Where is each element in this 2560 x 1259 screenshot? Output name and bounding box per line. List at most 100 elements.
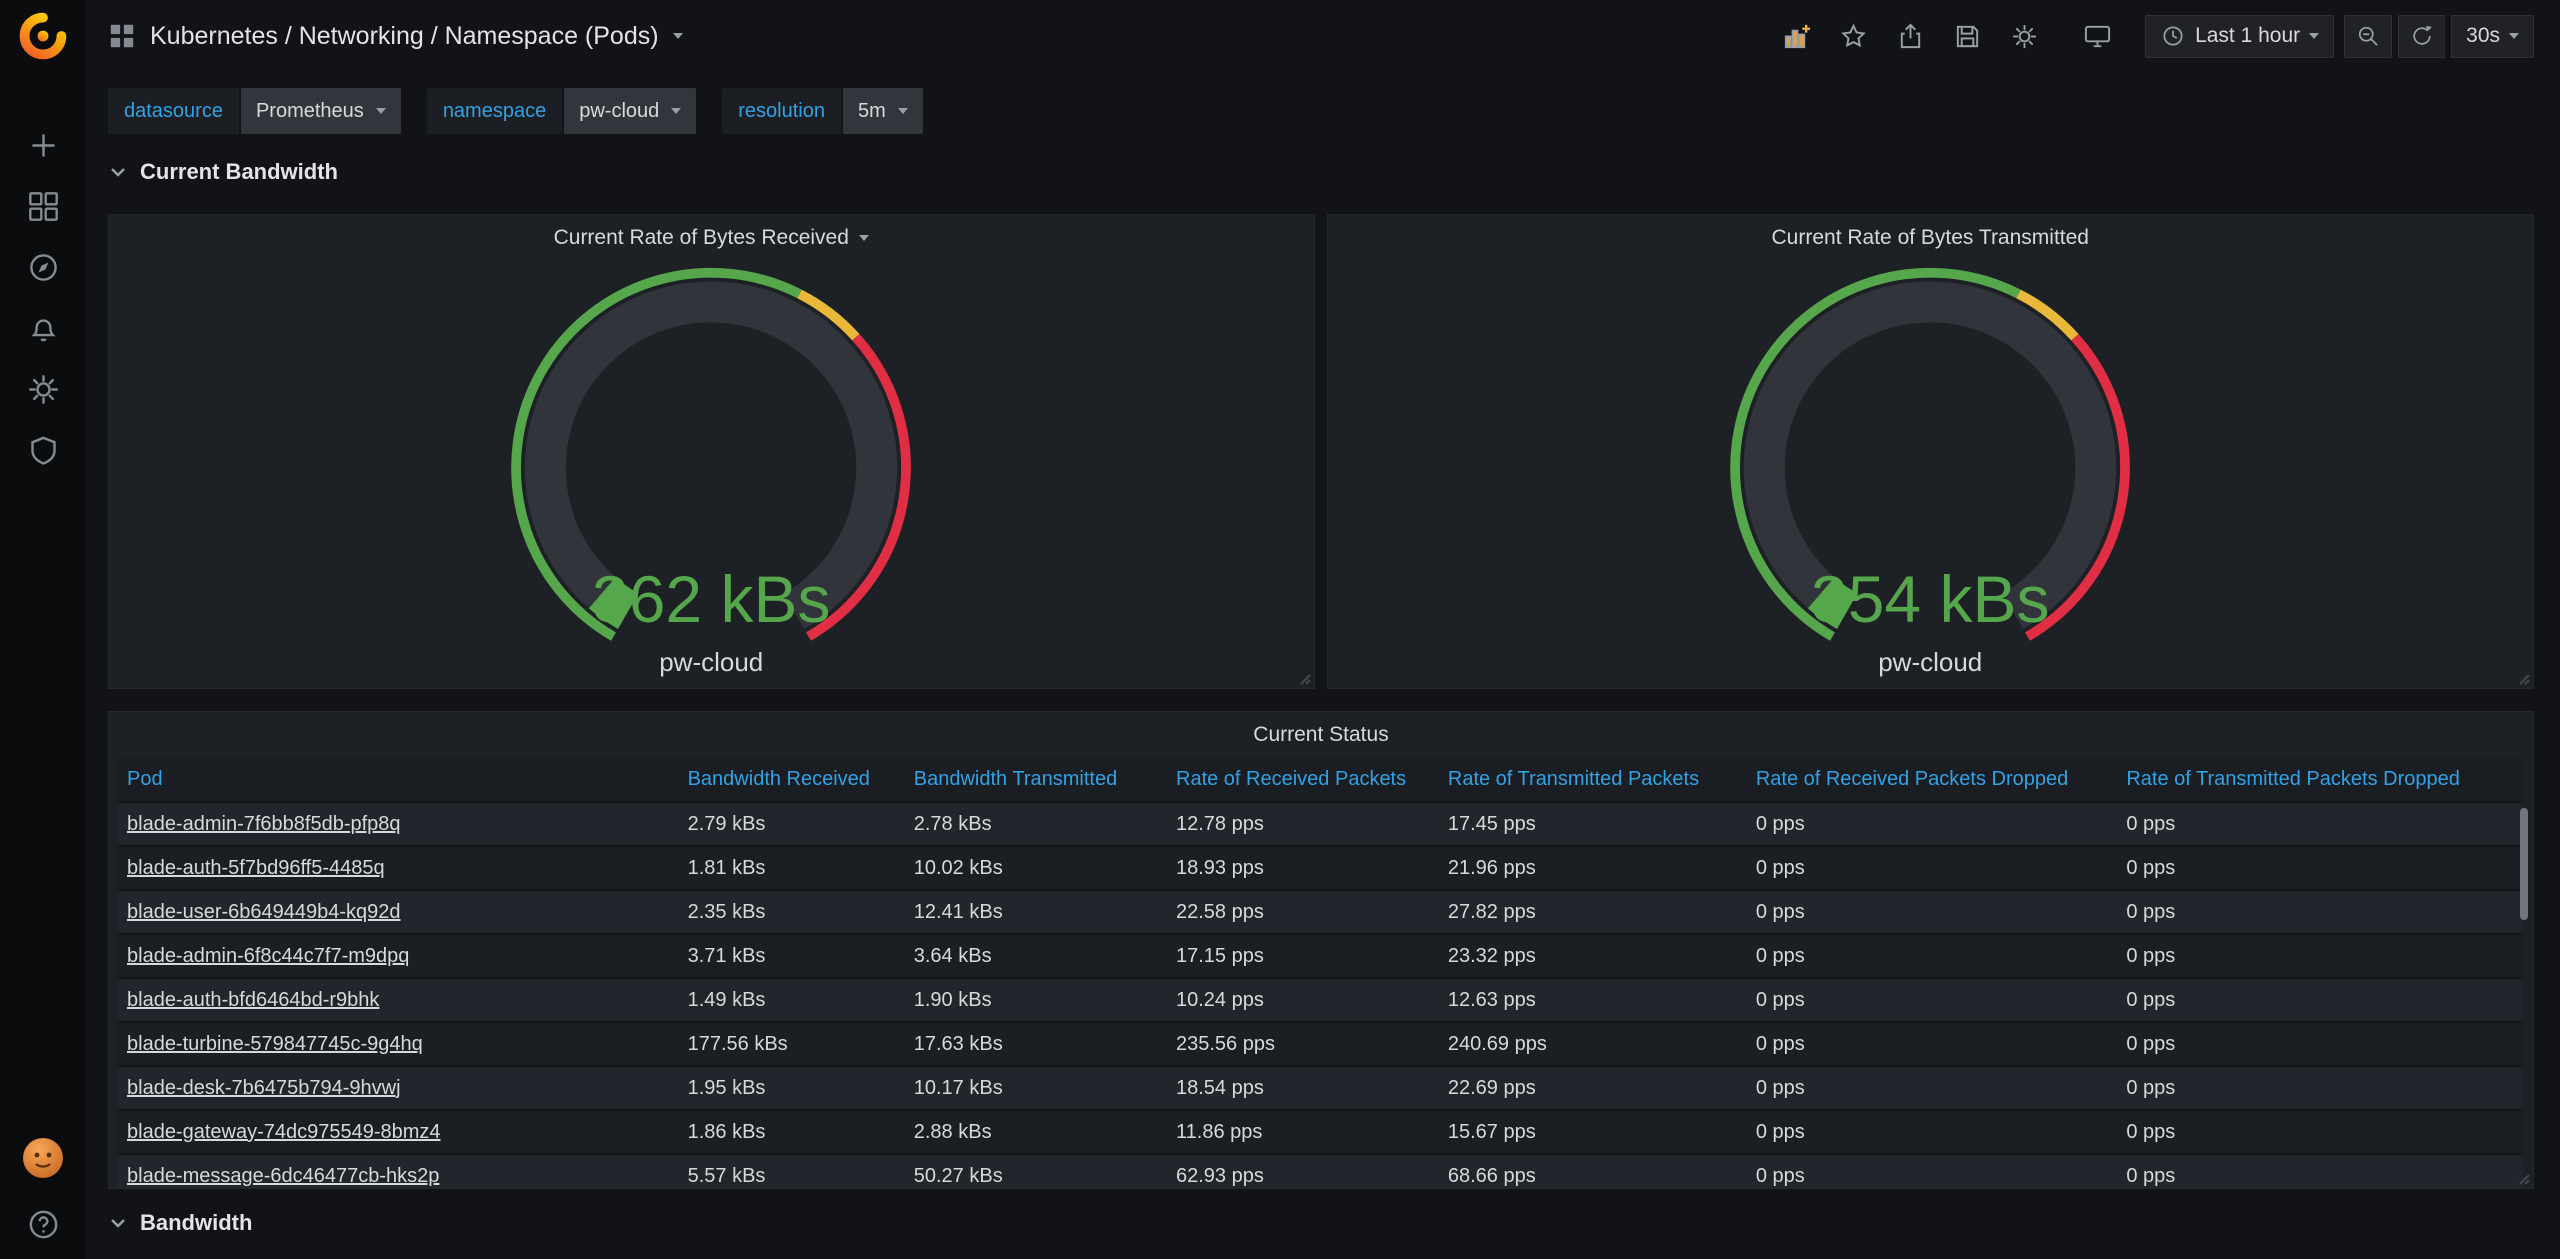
column-header[interactable]: Rate of Received Packets Dropped [1746,758,2117,802]
refresh-button[interactable] [2398,15,2445,58]
gauge-panel-bytes-received: Current Rate of Bytes Received 362 kBs p… [108,214,1315,689]
value-cell: 1.95 kBs [678,1066,904,1110]
pod-link[interactable]: blade-admin-6f8c44c7f7-m9dpq [127,945,409,967]
value-cell: 2.88 kBs [904,1110,1166,1154]
value-cell: 68.66 pps [1438,1154,1746,1189]
column-header[interactable]: Bandwidth Received [678,758,904,802]
value-cell: 240.69 pps [1438,1022,1746,1066]
panel-title: Current Rate of Bytes Received [554,226,849,250]
user-avatar[interactable] [22,1137,64,1184]
variable-value-dropdown[interactable]: 5m [843,88,923,134]
value-cell: 22.58 pps [1166,890,1438,934]
star-button[interactable] [1828,14,1879,59]
variable-value-dropdown[interactable]: Prometheus [241,88,401,134]
value-cell: 235.56 pps [1166,1022,1438,1066]
monitor-icon [2083,22,2112,51]
status-table: PodBandwidth ReceivedBandwidth Transmitt… [117,758,2523,1189]
add-panel-button[interactable] [1771,14,1822,59]
pod-cell: blade-gateway-74dc975549-8bmz4 [117,1110,678,1154]
panel-header[interactable]: Current Status [109,712,2533,758]
table-row: blade-gateway-74dc975549-8bmz4 1.86 kBs2.… [117,1110,2523,1154]
avatar-icon [22,1137,64,1179]
value-cell: 12.41 kBs [904,890,1166,934]
refresh-icon [2409,23,2435,49]
table-row: blade-auth-5f7bd96ff5-4485q1.81 kBs10.02… [117,846,2523,890]
variable-value-dropdown[interactable]: pw-cloud [564,88,696,134]
sidebar-item-server-admin[interactable] [27,434,60,467]
panel-resize-handle[interactable] [2512,667,2530,685]
save-icon [1953,22,1982,51]
section-bandwidth[interactable]: Bandwidth [108,1201,2534,1245]
pod-link[interactable]: blade-auth-bfd6464bd-r9bhk [127,989,379,1011]
dashboard-settings-button[interactable] [1999,14,2050,59]
pod-link[interactable]: blade-admin-7f6bb8f5db-pfp8q [127,813,401,835]
value-cell: 12.63 pps [1438,978,1746,1022]
table-row: blade-user-6b649449b4-kq92d 2.35 kBs12.41… [117,890,2523,934]
pod-cell: blade-desk-7b6475b794-9hvwj [117,1066,678,1110]
panel-header[interactable]: Current Rate of Bytes Transmitted [1328,215,2534,261]
panel-resize-handle[interactable] [1293,667,1311,685]
panel-resize-handle[interactable] [2512,1167,2530,1185]
pod-link[interactable]: blade-turbine-579847745c-9g4hq [127,1033,423,1055]
value-cell: 0 pps [1746,802,2117,846]
pod-cell: blade-admin-6f8c44c7f7-m9dpq [117,934,678,978]
pod-link[interactable]: blade-user-6b649449b4-kq92d [127,901,401,923]
navbar-actions: Last 1 hour 30s [1771,14,2534,59]
value-cell: 10.17 kBs [904,1066,1166,1110]
pod-link[interactable]: blade-message-6dc46477cb-hks2p [127,1165,439,1187]
column-header[interactable]: Bandwidth Transmitted [904,758,1166,802]
gauge-panel-bytes-transmitted: Current Rate of Bytes Transmitted 354 kB… [1327,214,2535,689]
sidebar-item-create[interactable] [27,129,60,162]
section-current-bandwidth[interactable]: Current Bandwidth [108,150,2534,194]
table-row: blade-admin-6f8c44c7f7-m9dpq3.71 kBs3.64… [117,934,2523,978]
zoom-out-button[interactable] [2344,15,2392,58]
pod-link[interactable]: blade-auth-5f7bd96ff5-4485q [127,857,385,879]
dashboard-title-button[interactable]: Kubernetes / Networking / Namespace (Pod… [108,22,683,51]
main-area: Kubernetes / Networking / Namespace (Pod… [86,0,2560,1245]
column-header[interactable]: Pod [117,758,678,802]
sidebar-item-dashboards[interactable] [27,190,60,223]
value-cell: 1.86 kBs [678,1110,904,1154]
grafana-logo[interactable] [17,10,69,67]
share-button[interactable] [1885,14,1936,59]
help-button[interactable] [27,1208,60,1241]
value-cell: 177.56 kBs [678,1022,904,1066]
value-cell: 2.35 kBs [678,890,904,934]
value-cell: 10.02 kBs [904,846,1166,890]
cycle-view-button[interactable] [2072,14,2123,59]
save-button[interactable] [1942,14,1993,59]
pod-link[interactable]: blade-gateway-74dc975549-8bmz4 [127,1121,441,1143]
sidebar-item-explore[interactable] [27,251,60,284]
star-icon [1839,22,1868,51]
table-scrollbar[interactable] [2520,808,2528,920]
refresh-interval-dropdown[interactable]: 30s [2451,15,2534,58]
column-header[interactable]: Rate of Received Packets [1166,758,1438,802]
value-cell: 18.93 pps [1166,846,1438,890]
value-cell: 1.90 kBs [904,978,1166,1022]
value-cell: 0 pps [2116,934,2523,978]
table-row: blade-message-6dc46477cb-hks2p5.57 kBs50… [117,1154,2523,1189]
clock-icon [2160,23,2186,49]
value-cell: 10.24 pps [1166,978,1438,1022]
sidebar-item-alerting[interactable] [27,312,60,345]
sidebar-item-configuration[interactable] [27,373,60,406]
variable-value: Prometheus [256,100,364,123]
time-range-picker[interactable]: Last 1 hour [2145,15,2334,58]
value-cell: 0 pps [1746,1110,2117,1154]
pod-link[interactable]: blade-desk-7b6475b794-9hvwj [127,1077,401,1099]
sidebar-bottom [22,1137,64,1241]
variable-label: resolution [722,88,841,134]
panel-header[interactable]: Current Rate of Bytes Received [109,215,1314,261]
column-header[interactable]: Rate of Transmitted Packets Dropped [2116,758,2523,802]
value-cell: 3.71 kBs [678,934,904,978]
template-variables: datasource Prometheus namespace pw-cloud… [108,72,2534,136]
section-title: Current Bandwidth [140,159,338,185]
chevron-down-icon [2309,33,2319,39]
gauge: 362 kBs pw-cloud [109,261,1314,688]
dashboards-icon [27,190,60,223]
value-cell: 0 pps [2116,890,2523,934]
gauge: 354 kBs pw-cloud [1328,261,2534,688]
chevron-down-icon [108,1213,128,1233]
compass-icon [27,251,60,284]
column-header[interactable]: Rate of Transmitted Packets [1438,758,1746,802]
